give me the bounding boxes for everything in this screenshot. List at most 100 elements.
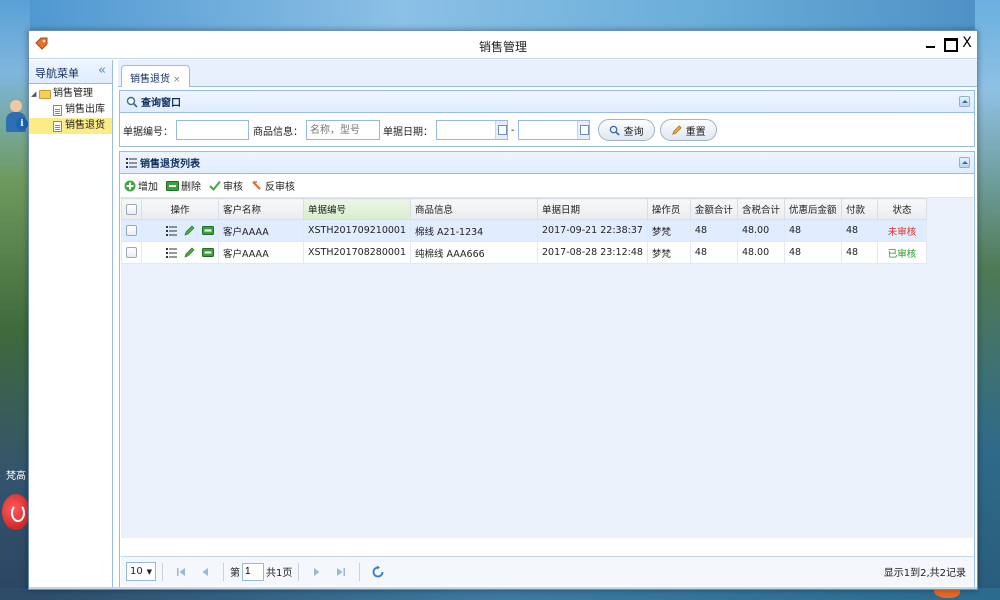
product-input[interactable] [306,120,380,140]
end-date-field[interactable] [517,120,590,140]
delete-row-icon[interactable] [202,248,214,257]
col-header-operations[interactable]: 操作 [141,198,219,220]
calendar-icon[interactable] [495,121,507,139]
prev-page-icon[interactable] [198,565,212,579]
col-header-amount[interactable]: 金额合计 [689,198,738,220]
col-header-tax-total[interactable]: 含税合计 [736,198,785,220]
tree-expand-icon[interactable]: ◢ [31,86,39,102]
tree-node-label: 销售出库 [65,104,105,115]
pager-info: 显示1到2,共2记录 [883,568,966,579]
reset-pencil-icon [671,124,682,135]
query-panel-title: 查询窗口 [141,98,181,109]
cell-amount: 48 [689,219,738,242]
add-button[interactable]: 增加 [124,178,158,193]
list-panel-header: 销售退货列表 [120,152,974,174]
detail-list-icon[interactable] [166,247,177,258]
delete-row-icon[interactable] [202,226,214,235]
col-header-status[interactable]: 状态 [876,198,927,220]
col-header-paid[interactable]: 付款 [840,198,878,220]
cell-tax-total: 48.00 [736,219,785,242]
cell-amount: 48 [689,241,738,264]
window-titlebar[interactable]: 销售管理 X [29,31,977,59]
tab-sales-return[interactable]: 销售退货 × [121,65,190,87]
page-size-select[interactable]: 10 ▼ [126,562,156,581]
cell-operator: 梦梵 [646,219,691,242]
collapse-panel-icon[interactable] [959,157,970,168]
cell-operator: 梦梵 [646,241,691,264]
bill-no-label: 单据编号： [123,126,173,138]
desktop-user-name: 梵高 [6,471,26,482]
add-icon [124,180,136,191]
cell-tax-total: 48.00 [736,241,785,264]
first-page-icon[interactable] [174,565,188,579]
cell-date: 2017-08-28 23:12:48 [537,241,648,264]
close-button[interactable]: X [961,36,973,50]
col-header-customer[interactable]: 客户名称 [218,198,304,220]
reset-button[interactable]: 重置 [659,119,717,141]
product-label: 商品信息： [253,126,303,138]
start-date-field[interactable] [436,120,508,140]
col-header-discounted[interactable]: 优惠后金额 [783,198,842,220]
search-button[interactable]: 查询 [597,119,655,141]
sales-management-window: 销售管理 X 导航菜单 « ◢ 销售管理 销售出库 销售退货 销售退货 × 查询… [28,30,978,590]
maximize-button[interactable] [943,36,958,52]
date-label: 单据日期： [383,126,433,138]
calendar-icon[interactable] [576,121,589,139]
list-panel: 销售退货列表 增加 删除 审核 反审核 操作 客户名称 单据编号 商品信息 单据… [119,151,975,588]
reset-button-label: 重置 [685,126,706,138]
info-icon[interactable]: i [16,118,28,130]
table-row[interactable]: 客户AAAA XSTH201709210001 棉线 A21-1234 2017… [121,219,927,242]
next-page-icon[interactable] [310,565,324,579]
cell-status: 已审核 [876,241,927,264]
tree-node-label: 销售管理 [53,88,93,99]
navigation-sidebar: 导航菜单 « ◢ 销售管理 销售出库 销售退货 [29,60,113,589]
list-panel-title: 销售退货列表 [140,159,200,170]
cell-paid: 48 [840,219,878,242]
page-total: 共1页 [266,568,293,579]
data-grid: 操作 客户名称 单据编号 商品信息 单据日期 操作员 金额合计 含税合计 优惠后… [121,198,973,538]
select-all-cell[interactable] [121,198,142,220]
sidebar-header: 导航菜单 « [29,60,112,84]
table-row[interactable]: 客户AAAA XSTH201708280001 纯棉线 AAA666 2017-… [121,241,927,264]
file-icon [53,120,62,132]
query-panel-header: 查询窗口 [120,91,974,113]
cell-product: 纯棉线 AAA666 [410,241,539,264]
delete-button[interactable]: 删除 [166,178,201,193]
unaudit-icon [252,181,261,190]
tab-close-icon[interactable]: × [173,75,181,85]
unaudit-button-label: 反审核 [265,182,295,193]
delete-button-label: 删除 [181,182,201,193]
cell-bill-no: XSTH201709210001 [302,219,412,242]
nav-tree: ◢ 销售管理 销售出库 销售退货 [29,84,112,134]
edit-pencil-icon[interactable] [184,225,195,236]
refresh-icon[interactable] [371,565,385,579]
desktop-wallpaper-top [0,0,1000,30]
cell-customer: 客户AAAA [218,219,304,242]
bill-no-input[interactable] [176,120,249,140]
sidebar-title: 导航菜单 [35,67,79,80]
audit-button[interactable]: 审核 [209,178,243,193]
detail-list-icon[interactable] [166,225,177,236]
page-number-input[interactable] [242,562,264,581]
row-checkbox[interactable] [126,247,137,258]
col-header-operator[interactable]: 操作员 [646,198,691,220]
minimize-button[interactable] [925,36,937,50]
cell-discounted: 48 [783,241,842,264]
tree-node-sales-outbound[interactable]: 销售出库 [29,102,112,118]
unaudit-button[interactable]: 反审核 [251,178,295,193]
collapse-panel-icon[interactable] [959,96,970,107]
tree-node-sales-return[interactable]: 销售退货 [29,118,112,134]
dropdown-arrow-icon: ▼ [146,567,152,576]
power-icon[interactable] [2,494,30,530]
row-checkbox[interactable] [126,225,137,236]
edit-pencil-icon[interactable] [184,247,195,258]
select-all-checkbox[interactable] [126,203,137,215]
col-header-bill-no[interactable]: 单据编号 [302,198,412,220]
last-page-icon[interactable] [334,565,348,579]
col-header-product[interactable]: 商品信息 [410,198,539,220]
audit-button-label: 审核 [223,182,243,193]
col-header-date[interactable]: 单据日期 [537,198,648,220]
pager-separator [359,562,361,581]
collapse-sidebar-icon[interactable]: « [98,63,106,78]
tree-node-sales-management[interactable]: ◢ 销售管理 [29,86,112,102]
